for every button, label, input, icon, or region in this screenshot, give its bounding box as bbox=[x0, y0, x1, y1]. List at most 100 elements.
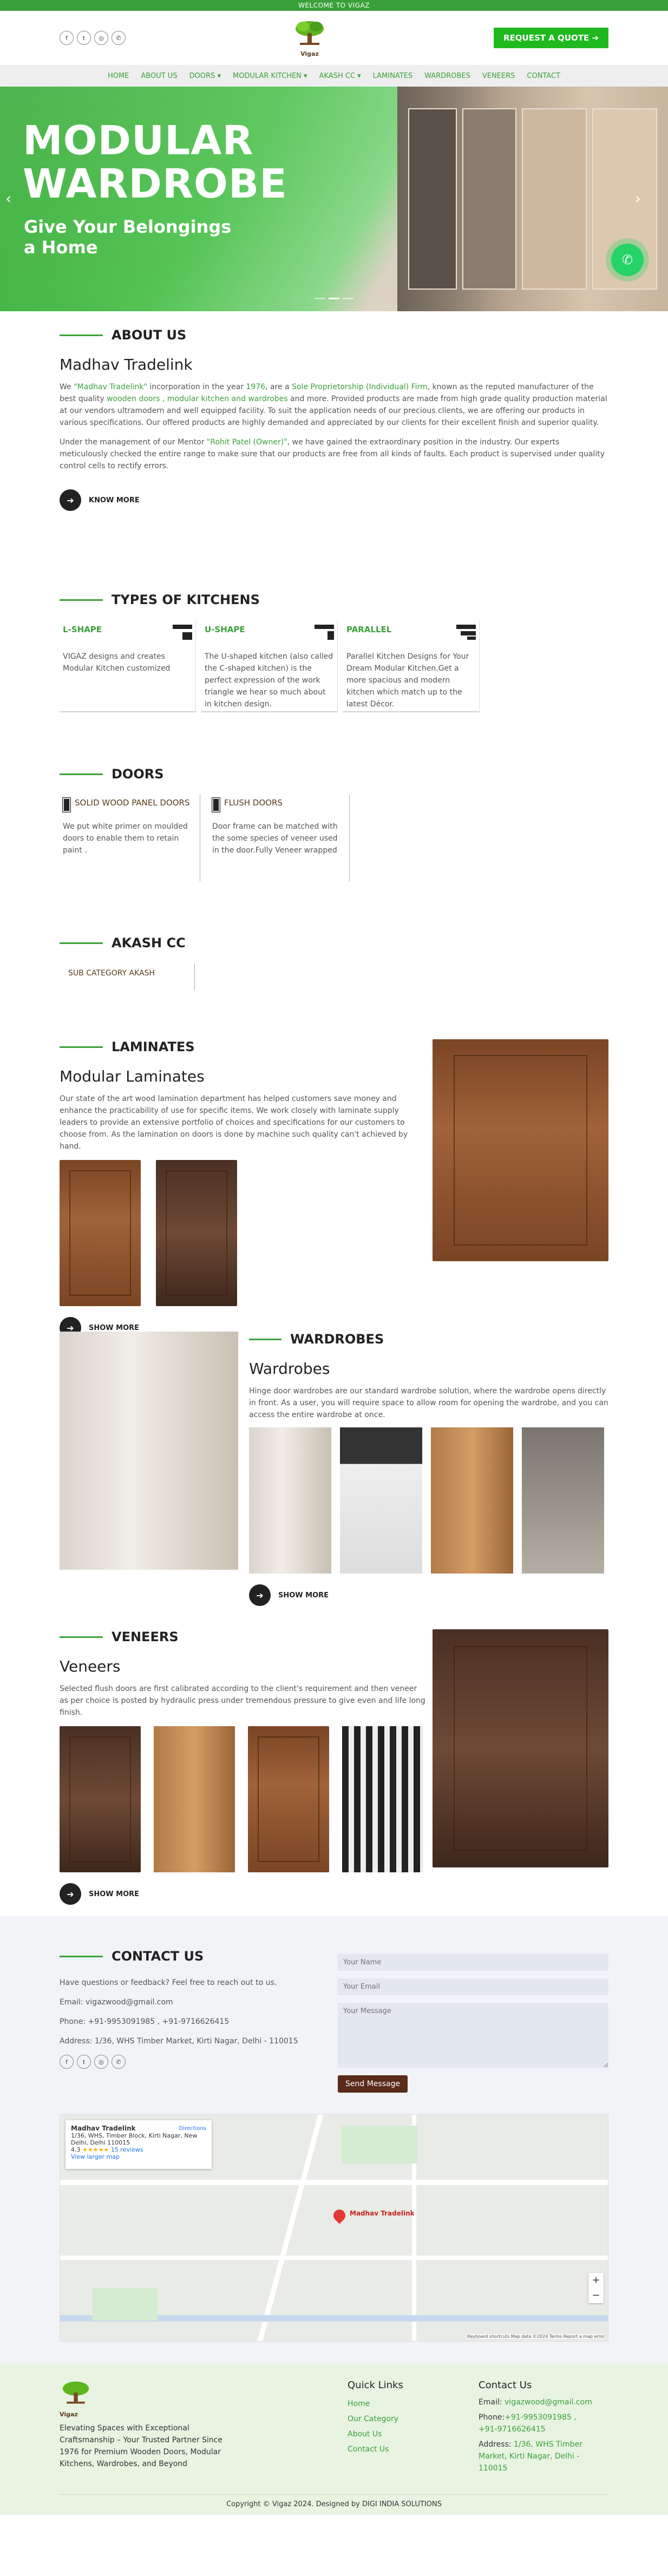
kitchens-heading: TYPES OF KITCHENS bbox=[112, 592, 260, 607]
footer-link-category[interactable]: Our Category bbox=[348, 2411, 456, 2427]
kitchen-card-l-shape[interactable]: L-SHAPE VIGAZ designs and creates Modula… bbox=[60, 620, 196, 712]
about-paragraph-2: Under the management of our Mentor "Rohi… bbox=[60, 438, 605, 470]
heading-line bbox=[60, 334, 103, 336]
hero-slider: MODULAR WARDROBE Give Your Belongings a … bbox=[0, 87, 668, 311]
veneers-section: VENEERS Veneers Selected flush doors are… bbox=[0, 1602, 668, 1916]
subcategory-akash[interactable]: SUB CATEGORY AKASH bbox=[60, 963, 195, 991]
nav-laminates[interactable]: LAMINATES bbox=[373, 72, 413, 80]
wardrobe-featured-image bbox=[60, 1332, 238, 1570]
facebook-icon[interactable]: f bbox=[60, 31, 74, 45]
map-pin-label: Madhav Tradelink bbox=[350, 2210, 415, 2217]
slider-dot[interactable] bbox=[315, 298, 325, 299]
wardrobes-text: Hinge door wardrobes are our standard wa… bbox=[249, 1387, 608, 1419]
social-links: f t ◎ ✆ bbox=[60, 31, 126, 45]
site-logo[interactable]: Vigaz bbox=[293, 19, 326, 57]
map-place-card: Madhav Tradelink 1/36, WHS, Timber Block… bbox=[66, 2120, 212, 2169]
slider-dot[interactable] bbox=[343, 298, 353, 299]
footer-phone: Phone:+91-9953091985 , +91-9716626415 bbox=[479, 2413, 577, 2434]
laminates-heading: LAMINATES bbox=[112, 1039, 195, 1054]
prev-arrow-icon[interactable]: ‹ bbox=[5, 189, 11, 207]
quick-links-title: Quick Links bbox=[348, 2380, 403, 2391]
wardrobe-image bbox=[431, 1427, 513, 1574]
veneers-text: Selected flush doors are first calibrate… bbox=[60, 1684, 425, 1717]
whatsapp-icon[interactable]: ✆ bbox=[112, 31, 126, 45]
footer-logo-text: Vigaz bbox=[60, 2411, 78, 2418]
instagram-icon[interactable]: ◎ bbox=[94, 31, 108, 45]
door-icon bbox=[62, 797, 71, 812]
footer-link-about[interactable]: About Us bbox=[348, 2427, 456, 2442]
hero-wardrobe-image bbox=[397, 87, 668, 311]
slider-dot[interactable] bbox=[329, 298, 339, 299]
nav-wardrobes[interactable]: WARDROBES bbox=[424, 72, 470, 80]
email-field[interactable] bbox=[338, 1978, 608, 1995]
laminates-section: LAMINATES Modular Laminates Our state of… bbox=[0, 991, 668, 1339]
know-more-button[interactable]: ➔ KNOW MORE bbox=[60, 489, 608, 511]
door-card-solid-wood[interactable]: SOLID WOOD PANEL DOORS We put white prim… bbox=[60, 795, 200, 881]
about-title: Madhav Tradelink bbox=[60, 356, 193, 373]
whatsapp-float-icon[interactable]: ✆ bbox=[611, 244, 644, 276]
map-zoom-controls[interactable]: + − bbox=[588, 2273, 604, 2303]
slider-dots bbox=[315, 298, 353, 299]
nav-contact[interactable]: CONTACT bbox=[527, 72, 560, 80]
message-field[interactable] bbox=[338, 2003, 608, 2068]
map-pin-icon[interactable] bbox=[331, 2207, 348, 2224]
arrow-right-icon: ➔ bbox=[60, 1883, 81, 1905]
contact-heading: CONTACT US bbox=[112, 1949, 204, 1964]
arrow-right-icon: ➔ bbox=[60, 489, 81, 511]
akash-section: AKASH CC SUB CATEGORY AKASH bbox=[0, 881, 668, 991]
request-quote-button[interactable]: REQUEST A QUOTE ➔ bbox=[493, 28, 608, 48]
about-section: ABOUT US Madhav Tradelink We "Madhav Tra… bbox=[0, 311, 668, 511]
hero-subtitle: Give Your Belongings a Home bbox=[24, 217, 232, 258]
kitchen-card-parallel[interactable]: PARALLEL Parallel Kitchen Designs for Yo… bbox=[343, 620, 480, 712]
parallel-kitchen-icon bbox=[456, 625, 476, 641]
veneer-featured-image bbox=[433, 1629, 608, 1867]
logo-text: Vigaz bbox=[300, 50, 319, 57]
zoom-in-icon: + bbox=[592, 2275, 600, 2286]
send-message-button[interactable]: Send Message bbox=[338, 2075, 408, 2093]
u-shape-kitchen-icon bbox=[315, 625, 334, 641]
laminate-door-image bbox=[156, 1160, 237, 1306]
contact-email[interactable]: Email: vigazwood@gmail.com bbox=[60, 1996, 319, 2008]
veneers-heading: VENEERS bbox=[112, 1629, 179, 1644]
nav-akash-cc[interactable]: AKASH CC ▾ bbox=[319, 72, 361, 80]
nav-modular-kitchen[interactable]: MODULAR KITCHEN ▾ bbox=[233, 72, 307, 80]
wardrobes-title: Wardrobes bbox=[249, 1360, 330, 1378]
footer-link-contact[interactable]: Contact Us bbox=[348, 2442, 456, 2457]
copyright: Copyright © Vigaz 2024. Designed by DIGI… bbox=[60, 2494, 608, 2508]
veneers-show-more-button[interactable]: ➔ SHOW MORE bbox=[60, 1883, 428, 1905]
footer-contact-title: Contact Us bbox=[479, 2380, 532, 2391]
next-arrow-icon[interactable]: › bbox=[635, 189, 641, 207]
laminate-door-image bbox=[60, 1160, 141, 1306]
wardrobes-heading: WARDROBES bbox=[290, 1332, 384, 1347]
tree-logo-icon bbox=[295, 21, 324, 45]
doors-heading: DOORS bbox=[112, 766, 164, 782]
veneer-door-image bbox=[60, 1726, 141, 1872]
laminates-text: Our state of the art wood lamination dep… bbox=[60, 1094, 408, 1151]
wardrobe-image bbox=[249, 1427, 331, 1574]
directions-link[interactable]: Directions bbox=[179, 2126, 206, 2132]
contact-phone[interactable]: Phone: +91-9953091985 , +91-9716626415 bbox=[60, 2016, 319, 2028]
whatsapp-icon[interactable]: ✆ bbox=[112, 2055, 126, 2069]
facebook-icon[interactable]: f bbox=[60, 2055, 74, 2069]
footer-address: Address: 1/36, WHS Timber Market, Kirti … bbox=[479, 2440, 582, 2473]
nav-veneers[interactable]: VENEERS bbox=[482, 72, 515, 80]
wardrobes-section: WARDROBES Wardrobes Hinge door wardrobes… bbox=[0, 1310, 668, 1606]
twitter-icon[interactable]: t bbox=[77, 2055, 91, 2069]
kitchen-card-u-shape[interactable]: U-SHAPE The U-shaped kitchen (also calle… bbox=[201, 620, 338, 712]
google-map[interactable]: Madhav Tradelink 1/36, WHS, Timber Block… bbox=[60, 2114, 608, 2342]
doors-section: DOORS SOLID WOOD PANEL DOORS We put whit… bbox=[0, 712, 668, 881]
site-footer: Vigaz Elevating Spaces with Exceptional … bbox=[0, 2363, 668, 2515]
nav-about-us[interactable]: ABOUT US bbox=[141, 72, 177, 80]
contact-form: Send Message bbox=[338, 1949, 608, 2093]
twitter-icon[interactable]: t bbox=[77, 31, 91, 45]
footer-link-home[interactable]: Home bbox=[348, 2396, 456, 2411]
nav-home[interactable]: HOME bbox=[108, 72, 129, 80]
zoom-out-icon: − bbox=[592, 2290, 600, 2301]
view-larger-map-link[interactable]: View larger map bbox=[71, 2153, 206, 2160]
about-paragraph-1: We "Madhav Tradelink" incorporation in t… bbox=[60, 383, 607, 427]
instagram-icon[interactable]: ◎ bbox=[94, 2055, 108, 2069]
contact-section: CONTACT US Have questions or feedback? F… bbox=[0, 1916, 668, 2114]
nav-doors[interactable]: DOORS ▾ bbox=[189, 72, 221, 80]
door-card-flush[interactable]: FLUSH DOORS Door frame can be matched wi… bbox=[209, 795, 350, 881]
name-field[interactable] bbox=[338, 1954, 608, 1971]
